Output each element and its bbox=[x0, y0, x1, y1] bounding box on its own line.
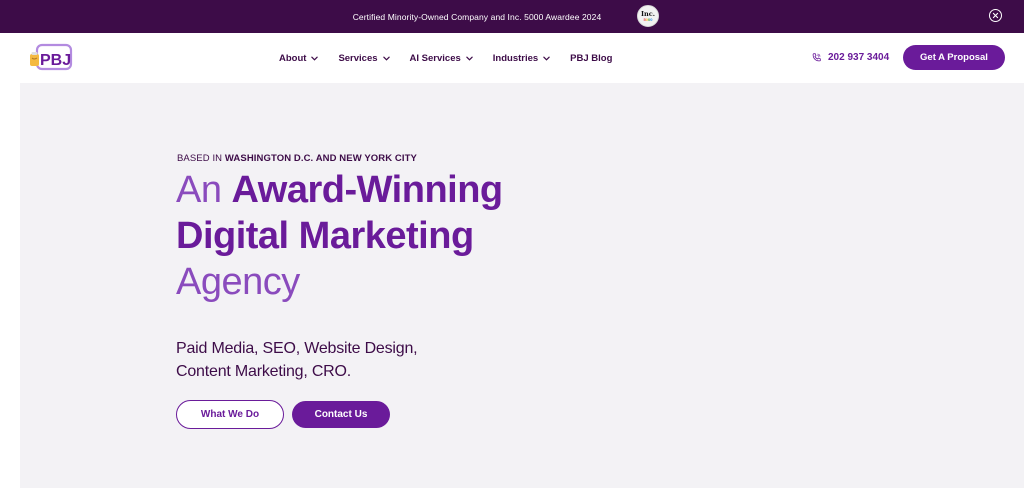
phone-icon bbox=[812, 53, 821, 62]
close-icon bbox=[992, 12, 999, 19]
announcement-bar: Certified Minority-Owned Company and Inc… bbox=[0, 0, 1024, 33]
chevron-down-icon bbox=[311, 56, 319, 61]
nav-about[interactable]: About bbox=[279, 52, 319, 64]
services-line-1: Paid Media, SEO, Website Design, bbox=[176, 340, 418, 357]
pbj-logo-icon: PBJ bbox=[30, 43, 73, 71]
nav-about-label: About bbox=[279, 52, 307, 64]
eyebrow-prefix: BASED IN bbox=[177, 153, 225, 164]
nav-industries-label: Industries bbox=[492, 52, 539, 64]
close-announcement-button[interactable] bbox=[989, 9, 1002, 22]
what-we-do-button[interactable]: What We Do bbox=[176, 400, 284, 429]
main-nav: About Services AI Services Industries PB… bbox=[279, 33, 632, 83]
nav-industries[interactable]: Industries bbox=[493, 53, 550, 64]
chevron-down-icon bbox=[466, 56, 473, 61]
chevron-down-icon bbox=[543, 56, 550, 61]
headline-award-winning: Award-Winning bbox=[231, 169, 504, 211]
nav-services[interactable]: Services bbox=[338, 52, 390, 64]
eyebrow-locations: WASHINGTON D.C. AND NEW YORK CITY bbox=[224, 153, 417, 164]
nav-services-label: Services bbox=[338, 52, 378, 64]
pbj-logo[interactable]: PBJ bbox=[28, 43, 74, 73]
hero-services-list: Paid Media, SEO, Website Design, Content… bbox=[176, 337, 418, 383]
nav-pbj-blog[interactable]: PBJ Blog bbox=[570, 53, 612, 64]
chevron-down-icon bbox=[382, 56, 390, 61]
nav-ai-services-label: AI Services bbox=[409, 52, 461, 64]
headline-agency: Agency bbox=[176, 261, 300, 303]
headline-an: An bbox=[176, 169, 232, 211]
phone-number: 202 937 3404 bbox=[828, 52, 890, 63]
nav-pbj-blog-label: PBJ Blog bbox=[570, 52, 613, 64]
logo-text: PBJ bbox=[40, 52, 71, 69]
nav-ai-services[interactable]: AI Services bbox=[410, 53, 473, 64]
services-line-2: Content Marketing, CRO. bbox=[176, 363, 352, 380]
get-a-proposal-button[interactable]: Get A Proposal bbox=[903, 45, 1005, 70]
hero-section: BASED IN WASHINGTON D.C. AND NEW YORK CI… bbox=[20, 83, 1024, 488]
hero-eyebrow: BASED IN WASHINGTON D.C. AND NEW YORK CI… bbox=[177, 153, 417, 164]
inc-5000-badge: Inc. 5 0 0 0 bbox=[637, 5, 659, 27]
inc-badge-word: Inc. bbox=[641, 9, 655, 18]
inc-badge-number: 5 0 0 0 bbox=[643, 16, 653, 22]
headline-digital-marketing: Digital Marketing bbox=[176, 215, 474, 257]
phone-link[interactable]: 202 937 3404 bbox=[811, 52, 889, 63]
hero-headline: An Award-Winning Digital Marketing Agenc… bbox=[176, 167, 503, 305]
contact-us-button[interactable]: Contact Us bbox=[292, 401, 390, 428]
announcement-text: Certified Minority-Owned Company and Inc… bbox=[352, 11, 602, 22]
site-header: PBJ About Services AI Services Industrie… bbox=[0, 33, 1024, 83]
